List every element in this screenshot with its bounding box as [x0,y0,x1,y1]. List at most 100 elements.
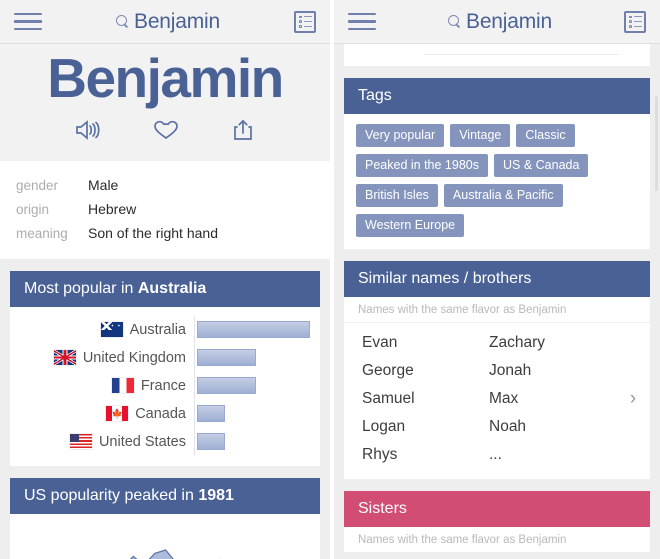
tag-pill[interactable]: British Isles [356,184,438,207]
detail-card: gender Male origin Hebrew meaning Son of… [0,160,330,259]
country-label-wrap: United States [14,434,194,450]
similar-names-subtitle: Names with the same flavor as Benjamin [344,297,650,323]
similar-names-body: Names with the same flavor as Benjamin E… [344,297,650,479]
similar-name-item[interactable]: Evan [362,329,489,357]
flag-ca-icon [106,406,129,422]
country-row: United Kingdom [14,343,310,372]
country-row: United States [14,427,310,456]
chevron-right-icon[interactable]: › [616,329,650,469]
peak-section-body [10,513,320,559]
similar-names-column-right: Zachary Jonah Max Noah... [489,329,616,469]
detail-row-meaning: meaning Son of the right hand [16,221,314,245]
share-icon[interactable] [230,118,256,147]
country-bar-track [194,427,310,456]
search-value: Benjamin [134,9,220,33]
list-icon[interactable] [624,10,646,33]
country-label-wrap: United Kingdom [14,350,194,366]
similar-name-item[interactable]: Samuel [362,385,489,413]
country-bar-track [194,343,310,372]
partial-card-above [344,44,650,66]
tag-pill[interactable]: Peaked in the 1980s [356,154,488,177]
sisters-subtitle: Names with the same flavor as Benjamin [344,527,650,553]
peak-section-header: US popularity peaked in 1981 [10,477,320,514]
hero-block: Benjamin [0,44,330,161]
search-icon [116,15,129,28]
country-bar-track [194,371,310,400]
hamburger-icon[interactable] [348,12,376,31]
flag-us-icon [69,434,92,450]
country-row: Canada [14,399,310,428]
peak-title-year: 1981 [198,486,234,504]
search-title-right[interactable]: Benjamin [376,10,624,34]
detail-row-origin: origin Hebrew [16,197,314,221]
detail-key: origin [16,201,50,217]
left-screen: Benjamin Benjamin gender Male origin Heb… [0,0,330,559]
country-row: Australia [14,315,310,344]
tags-section-body: Very popular Vintage Classic Peaked in the … [344,114,650,249]
country-row: France [14,371,310,400]
country-name: Australia [129,321,186,338]
flag-uk-icon [53,350,76,366]
tag-pill[interactable]: Very popular [356,124,445,147]
similar-name-item[interactable]: Rhys [362,441,489,469]
speaker-icon[interactable] [74,118,102,147]
search-icon [448,15,461,28]
country-bar [197,349,256,367]
tag-pill[interactable]: US & Canada [493,154,589,177]
similar-names-column-left: Evan George Samuel Logan Rhys [362,329,489,469]
detail-value: Male [88,176,119,193]
detail-key: gender [16,177,59,193]
tag-pill[interactable]: Australia & Pacific [443,184,563,207]
popularity-sparkline [10,514,320,559]
detail-value: Hebrew [88,200,137,217]
flag-fr-icon [111,378,134,394]
tags-section-header: Tags [344,78,650,114]
popularity-section: Most popular in Australia Australia Unite… [10,270,320,466]
similar-name-item[interactable]: ... [489,441,616,469]
country-label-wrap: France [14,378,194,394]
similar-name-item[interactable]: Noah [489,413,616,441]
flag-au-icon [100,322,123,338]
peak-section: US popularity peaked in 1981 [10,477,320,559]
detail-key: meaning [16,225,68,241]
country-name: United Kingdom [82,349,186,366]
similar-name-item[interactable]: Logan [362,413,489,441]
detail-row-gender: gender Male [16,173,314,197]
page-title: Benjamin [47,47,284,109]
top-bar-left: Benjamin [0,0,330,44]
action-row [0,111,330,157]
country-bar-track [194,315,310,344]
similar-names-grid: Evan George Samuel Logan Rhys Zachary Jonah Ma… [344,323,650,479]
scrollbar[interactable] [655,96,658,191]
sisters-section-body: Names with the same flavor as Benjamin [344,527,650,553]
country-bar [197,405,226,423]
country-name: France [140,377,186,394]
right-screen: Benjamin Tags Very popular Vintage Classic… [330,0,660,559]
popularity-section-header: Most popular in Australia [10,270,320,307]
left-body: Benjamin gender Male origin Hebrew meani… [0,44,330,559]
top-bar-right: Benjamin [334,0,660,44]
tags-section: Tags Very popular Vintage Classic Peaked in… [344,78,650,249]
country-label-wrap: Canada [14,406,194,422]
detail-value: Son of the right hand [88,224,218,241]
hamburger-icon[interactable] [14,12,42,31]
similar-name-item[interactable]: Jonah [489,357,616,385]
similar-name-item[interactable]: Max [489,385,616,413]
country-bar [197,377,256,395]
popularity-section-body: Australia United Kingdom France Canada Unite… [10,306,320,466]
tag-pill[interactable]: Vintage [450,124,511,147]
similar-name-item[interactable]: George [362,357,489,385]
similar-name-item[interactable]: Zachary [489,329,616,357]
popularity-title-prefix: Most popular in [24,279,138,297]
country-bar [197,321,310,339]
list-icon[interactable] [294,10,316,33]
sparkline-area [129,549,221,559]
tag-pill[interactable]: Western Europe [356,214,465,237]
search-title-left[interactable]: Benjamin [42,10,294,34]
similar-names-header: Similar names / brothers [344,261,650,297]
search-value: Benjamin [466,9,552,33]
country-bar-chart: Australia United Kingdom France Canada Unite… [10,307,320,466]
tag-pill[interactable]: Classic [516,124,575,147]
heart-icon[interactable] [152,118,180,147]
right-body: Tags Very popular Vintage Classic Peaked in… [334,44,660,559]
